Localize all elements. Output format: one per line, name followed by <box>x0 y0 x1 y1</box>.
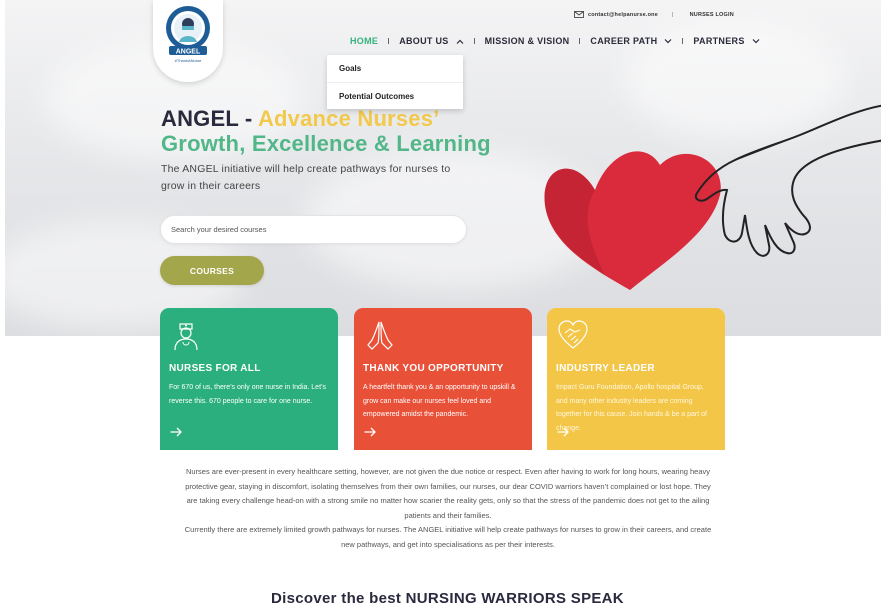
nurses-login-link[interactable]: NURSES LOGIN <box>690 12 734 18</box>
arrow-right-icon[interactable] <box>557 427 569 437</box>
course-search-input[interactable] <box>160 215 467 244</box>
logo-tag: #ThankANurse <box>175 58 202 63</box>
hero-title-line2: Growth, Excellence & Learning <box>161 131 491 156</box>
nav-divider <box>682 38 684 44</box>
hero-title-part1: ANGEL - <box>161 106 258 131</box>
intro-paragraph-1: Nurses are ever-present in every healthc… <box>185 467 711 520</box>
nav-partners-label: PARTNERS <box>693 36 745 46</box>
mail-icon <box>574 11 584 18</box>
card-title: INDUSTRY LEADER <box>556 363 655 374</box>
hand-heart-illustration <box>544 104 881 290</box>
chevron-down-icon <box>664 38 672 43</box>
card-text: For 670 of us, there’s only one nurse in… <box>169 384 326 405</box>
nav-divider <box>579 38 581 44</box>
nav-about-us[interactable]: ABOUT US <box>399 36 464 46</box>
intro-text: Nurses are ever-present in every healthc… <box>180 465 716 553</box>
angel-logo[interactable]: ANGEL #ThankANurse <box>153 0 223 82</box>
hero-subtitle: The ANGEL initiative will help create pa… <box>161 163 451 192</box>
top-links-separator: | <box>671 11 674 18</box>
card-title: THANK YOU OPPORTUNITY <box>363 363 504 374</box>
card-nurses-for-all[interactable]: NURSES FOR ALL For 670 of us, there’s on… <box>160 308 338 450</box>
nav-about-us-label: ABOUT US <box>399 36 449 46</box>
courses-button[interactable]: COURSES <box>160 256 264 285</box>
logo-text: ANGEL <box>176 49 201 56</box>
card-text: A heartfelt thank you & an opportunity t… <box>363 384 516 418</box>
nav-divider <box>388 38 390 44</box>
card-industry-leader[interactable]: INDUSTRY LEADER Impact Guru Foundation, … <box>547 308 725 450</box>
hero-title-part2: Advance Nurses’ <box>257 106 440 131</box>
dropdown-item-goals[interactable]: Goals <box>327 55 463 82</box>
heart-handshake-icon <box>558 320 588 349</box>
arrow-right-icon[interactable] <box>170 427 182 437</box>
nav-home[interactable]: HOME <box>350 36 378 46</box>
nav-home-label: HOME <box>350 36 379 46</box>
nav-mission-vision[interactable]: MISSION & VISION <box>485 36 570 46</box>
contact-email-link[interactable]: contact@helpanurse.one <box>588 12 658 18</box>
card-thank-you-opportunity[interactable]: THANK YOU OPPORTUNITY A heartfelt thank … <box>354 308 532 450</box>
nav-career-path[interactable]: CAREER PATH <box>590 36 672 46</box>
praying-hands-icon <box>367 321 393 350</box>
nav-partners[interactable]: PARTNERS <box>693 36 760 46</box>
hero-title: ANGEL - Advance Nurses’ Growth, Excellen… <box>161 106 491 156</box>
nav-divider <box>473 38 475 44</box>
nurse-icon <box>174 323 198 351</box>
arrow-right-icon[interactable] <box>364 427 376 437</box>
nav-career-path-label: CAREER PATH <box>590 36 658 46</box>
section-title: Discover the best NURSING WARRIORS SPEAK <box>271 590 624 607</box>
intro-paragraph-2: Currently there are extremely limited gr… <box>184 525 712 549</box>
card-title: NURSES FOR ALL <box>169 363 261 374</box>
angel-logo-badge: ANGEL #ThankANurse <box>166 6 210 63</box>
dropdown-item-potential-outcomes[interactable]: Potential Outcomes <box>327 82 463 109</box>
chevron-down-icon <box>752 38 760 43</box>
chevron-up-icon <box>456 39 464 44</box>
about-us-dropdown: Goals Potential Outcomes <box>327 55 463 109</box>
top-links: contact@helpanurse.one | NURSES LOGIN <box>574 11 734 18</box>
nav-mission-vision-label: MISSION & VISION <box>484 36 570 46</box>
main-nav: HOME ABOUT US MISSION & VISION CAREER PA… <box>350 36 760 46</box>
card-text: Impact Guru Foundation, Apollo hospital … <box>556 384 707 432</box>
